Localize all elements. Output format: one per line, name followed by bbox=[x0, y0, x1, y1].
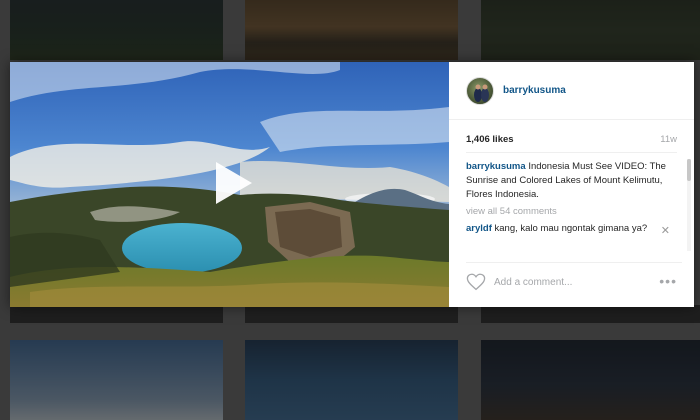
grid-thumbnail[interactable] bbox=[481, 340, 700, 420]
grid-thumbnail[interactable] bbox=[245, 305, 458, 323]
divider bbox=[466, 262, 682, 263]
avatar-image bbox=[474, 84, 489, 102]
comments-scrollbar[interactable] bbox=[687, 159, 691, 251]
caption-author[interactable]: barrykusuma bbox=[466, 161, 526, 172]
comment-author[interactable]: aryldf bbox=[466, 223, 492, 234]
avatar[interactable] bbox=[466, 76, 494, 105]
comment-text: kang, kalo mau ngontak gimana ya? bbox=[494, 223, 648, 234]
post-timestamp[interactable]: 11w bbox=[660, 134, 677, 145]
heart-icon[interactable] bbox=[466, 273, 486, 291]
post-header: barrykusuma bbox=[449, 62, 694, 120]
close-icon[interactable]: ✕ bbox=[661, 224, 670, 238]
comment-item: aryldf kang, kalo mau ngontak gimana ya?… bbox=[466, 222, 682, 238]
caption: barrykusuma Indonesia Must See VIDEO: Th… bbox=[466, 160, 682, 202]
post-modal: barrykusuma 1,406 likes 11w barrykusuma … bbox=[10, 62, 694, 307]
grid-thumbnail[interactable] bbox=[245, 0, 458, 60]
grid-thumbnail[interactable] bbox=[10, 340, 223, 420]
comments-section: barrykusuma Indonesia Must See VIDEO: Th… bbox=[466, 160, 682, 258]
post-author-username[interactable]: barrykusuma bbox=[503, 85, 566, 96]
likes-count[interactable]: 1,406 likes bbox=[466, 134, 514, 145]
grid-thumbnail[interactable] bbox=[245, 340, 458, 420]
scrollbar-thumb[interactable] bbox=[687, 159, 691, 181]
grid-thumbnail[interactable] bbox=[481, 0, 700, 60]
view-all-comments-link[interactable]: view all 54 comments bbox=[466, 205, 682, 219]
post-details-panel: barrykusuma 1,406 likes 11w barrykusuma … bbox=[449, 62, 694, 307]
post-video[interactable] bbox=[10, 62, 449, 307]
grid-thumbnail[interactable] bbox=[10, 305, 223, 323]
post-stats: 1,406 likes 11w bbox=[466, 134, 677, 145]
more-options-icon[interactable]: ••• bbox=[659, 273, 677, 289]
grid-thumbnail[interactable] bbox=[481, 305, 700, 323]
add-comment-input[interactable] bbox=[494, 274, 644, 290]
grid-thumbnail[interactable] bbox=[10, 0, 223, 60]
divider bbox=[466, 152, 677, 153]
play-icon[interactable] bbox=[208, 158, 258, 208]
